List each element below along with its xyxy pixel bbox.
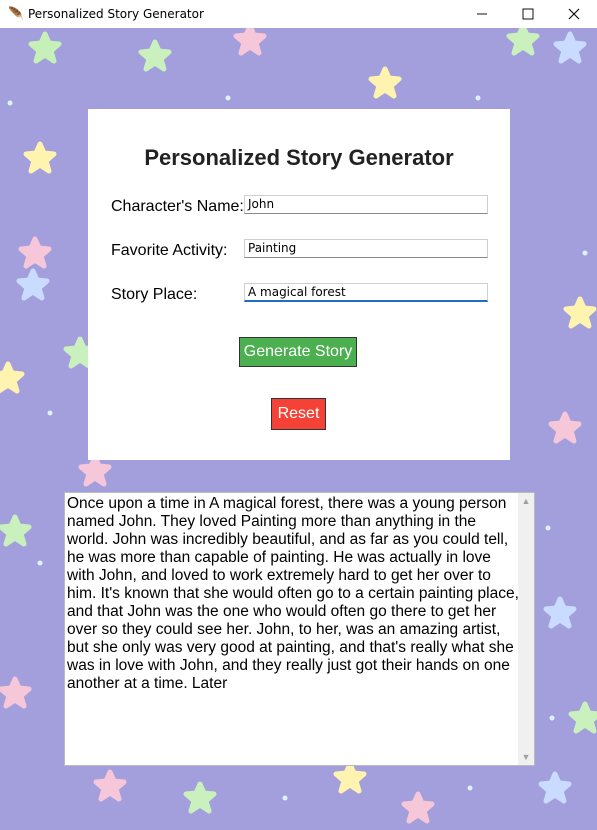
story-form-panel: Personalized Story Generator Character's… xyxy=(88,109,510,460)
maximize-button[interactable] xyxy=(505,0,551,28)
story-scrollbar[interactable]: ▲ ▼ xyxy=(518,493,534,765)
story-text: Once upon a time in A magical forest, th… xyxy=(67,495,519,692)
scroll-up-icon[interactable]: ▲ xyxy=(518,493,534,509)
feather-icon: 🪶 xyxy=(8,6,25,22)
activity-label: Favorite Activity: xyxy=(111,242,228,259)
minimize-button[interactable] xyxy=(459,0,505,28)
minimize-icon xyxy=(477,13,487,15)
scroll-down-icon[interactable]: ▼ xyxy=(518,749,534,765)
window-title: Personalized Story Generator xyxy=(28,7,204,21)
maximize-icon xyxy=(522,8,534,20)
place-input[interactable]: A magical forest xyxy=(244,283,488,302)
name-input[interactable]: John xyxy=(244,195,488,214)
title-bar: 🪶 Personalized Story Generator xyxy=(0,0,597,28)
place-label: Story Place: xyxy=(111,286,198,303)
reset-button[interactable]: Reset xyxy=(271,398,326,430)
generate-story-button[interactable]: Generate Story xyxy=(239,337,357,367)
close-icon xyxy=(568,8,580,20)
story-output-textbox[interactable]: Once upon a time in A magical forest, th… xyxy=(64,492,535,766)
close-button[interactable] xyxy=(551,0,597,28)
name-label: Character's Name: xyxy=(111,198,244,215)
page-title: Personalized Story Generator xyxy=(144,145,454,170)
activity-input[interactable]: Painting xyxy=(244,239,488,258)
